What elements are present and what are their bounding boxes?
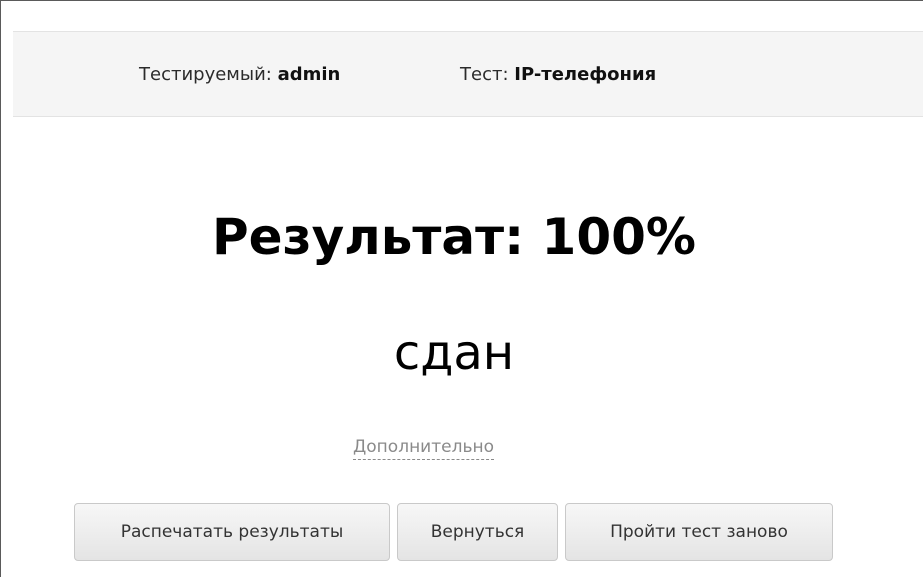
tested-user-info: Тестируемый: admin <box>139 64 340 86</box>
tested-user-label: Тестируемый: <box>139 64 272 85</box>
result-status: сдан <box>393 325 515 381</box>
test-name-label: Тест: <box>460 64 509 85</box>
test-name-value: IP-телефония <box>514 64 657 85</box>
back-button[interactable]: Вернуться <box>397 503 558 561</box>
test-name-info: Тест: IP-телефония <box>460 64 656 86</box>
retake-test-button[interactable]: Пройти тест заново <box>565 503 833 561</box>
print-results-button[interactable]: Распечатать результаты <box>74 503 390 561</box>
more-details-link[interactable]: Дополнительно <box>353 435 494 460</box>
result-page: Тестируемый: admin Тест: IP-телефония Ре… <box>0 0 923 577</box>
result-score-title: Результат: 100% <box>211 208 696 266</box>
test-info-bar: Тестируемый: admin Тест: IP-телефония <box>13 31 923 117</box>
tested-user-value: admin <box>277 64 341 85</box>
